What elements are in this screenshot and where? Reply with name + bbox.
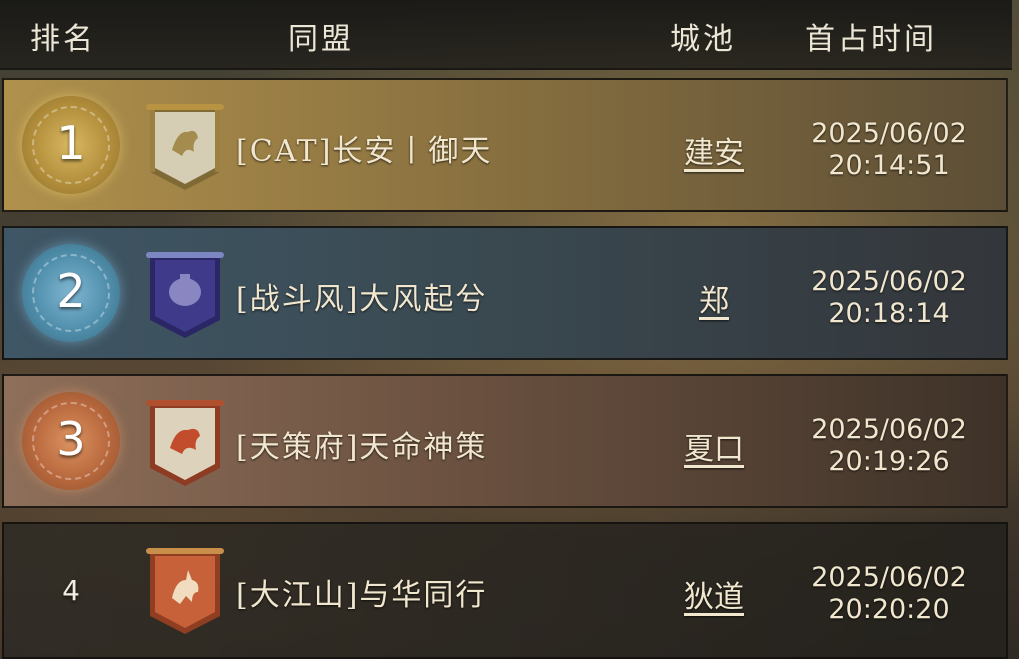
occupy-date: 2025/06/02 <box>811 414 967 445</box>
first-occupy-time: 2025/06/02 20:18:14 <box>784 266 994 330</box>
occupy-clock: 20:18:14 <box>828 298 950 329</box>
alliance-banner-icon <box>142 250 228 342</box>
alliance-banner-icon <box>142 102 228 194</box>
occupy-clock: 20:14:51 <box>828 150 950 181</box>
table-row[interactable]: 3 [天策府]天命神策 夏口 2025/06/02 20:19:26 <box>2 374 1008 508</box>
first-occupy-time: 2025/06/02 20:14:51 <box>784 118 994 182</box>
table-row[interactable]: 4 [大江山]与华同行 狄道 2025/06/02 20:20:20 <box>2 522 1008 659</box>
occupy-clock: 20:19:26 <box>828 446 950 477</box>
header-rank: 排名 <box>30 22 96 57</box>
alliance-name: [大江山]与华同行 <box>236 578 488 613</box>
table-header: 排名 同盟 城池 首占时间 <box>0 0 1012 70</box>
rank-number: 4 <box>62 574 80 607</box>
header-first-time: 首占时间 <box>805 22 937 57</box>
alliance-banner-icon <box>142 546 228 638</box>
alliance-name: [CAT]长安丨御天 <box>236 134 493 169</box>
city-link[interactable]: 夏口 <box>654 424 774 468</box>
table-row[interactable]: 1 [CAT]长安丨御天 建安 2025/06/02 20:14:51 <box>2 78 1008 212</box>
table-row[interactable]: 2 [战斗风]大风起兮 郑 2025/06/02 20:18:14 <box>2 226 1008 360</box>
city-link[interactable]: 郑 <box>654 276 774 320</box>
rank-number: 3 <box>56 412 86 466</box>
header-city: 城池 <box>670 22 736 57</box>
rank-number: 1 <box>56 116 86 170</box>
first-occupy-time: 2025/06/02 20:20:20 <box>784 562 994 626</box>
city-link[interactable]: 狄道 <box>654 572 774 616</box>
occupy-date: 2025/06/02 <box>811 562 967 593</box>
alliance-name: [天策府]天命神策 <box>236 430 488 465</box>
rank-number: 2 <box>56 264 86 318</box>
alliance-name: [战斗风]大风起兮 <box>236 282 488 317</box>
header-alliance: 同盟 <box>288 22 354 57</box>
alliance-banner-icon <box>142 398 228 490</box>
city-link[interactable]: 建安 <box>654 128 774 172</box>
occupy-date: 2025/06/02 <box>811 118 967 149</box>
occupy-date: 2025/06/02 <box>811 266 967 297</box>
first-occupy-time: 2025/06/02 20:19:26 <box>784 414 994 478</box>
occupy-clock: 20:20:20 <box>828 594 950 625</box>
